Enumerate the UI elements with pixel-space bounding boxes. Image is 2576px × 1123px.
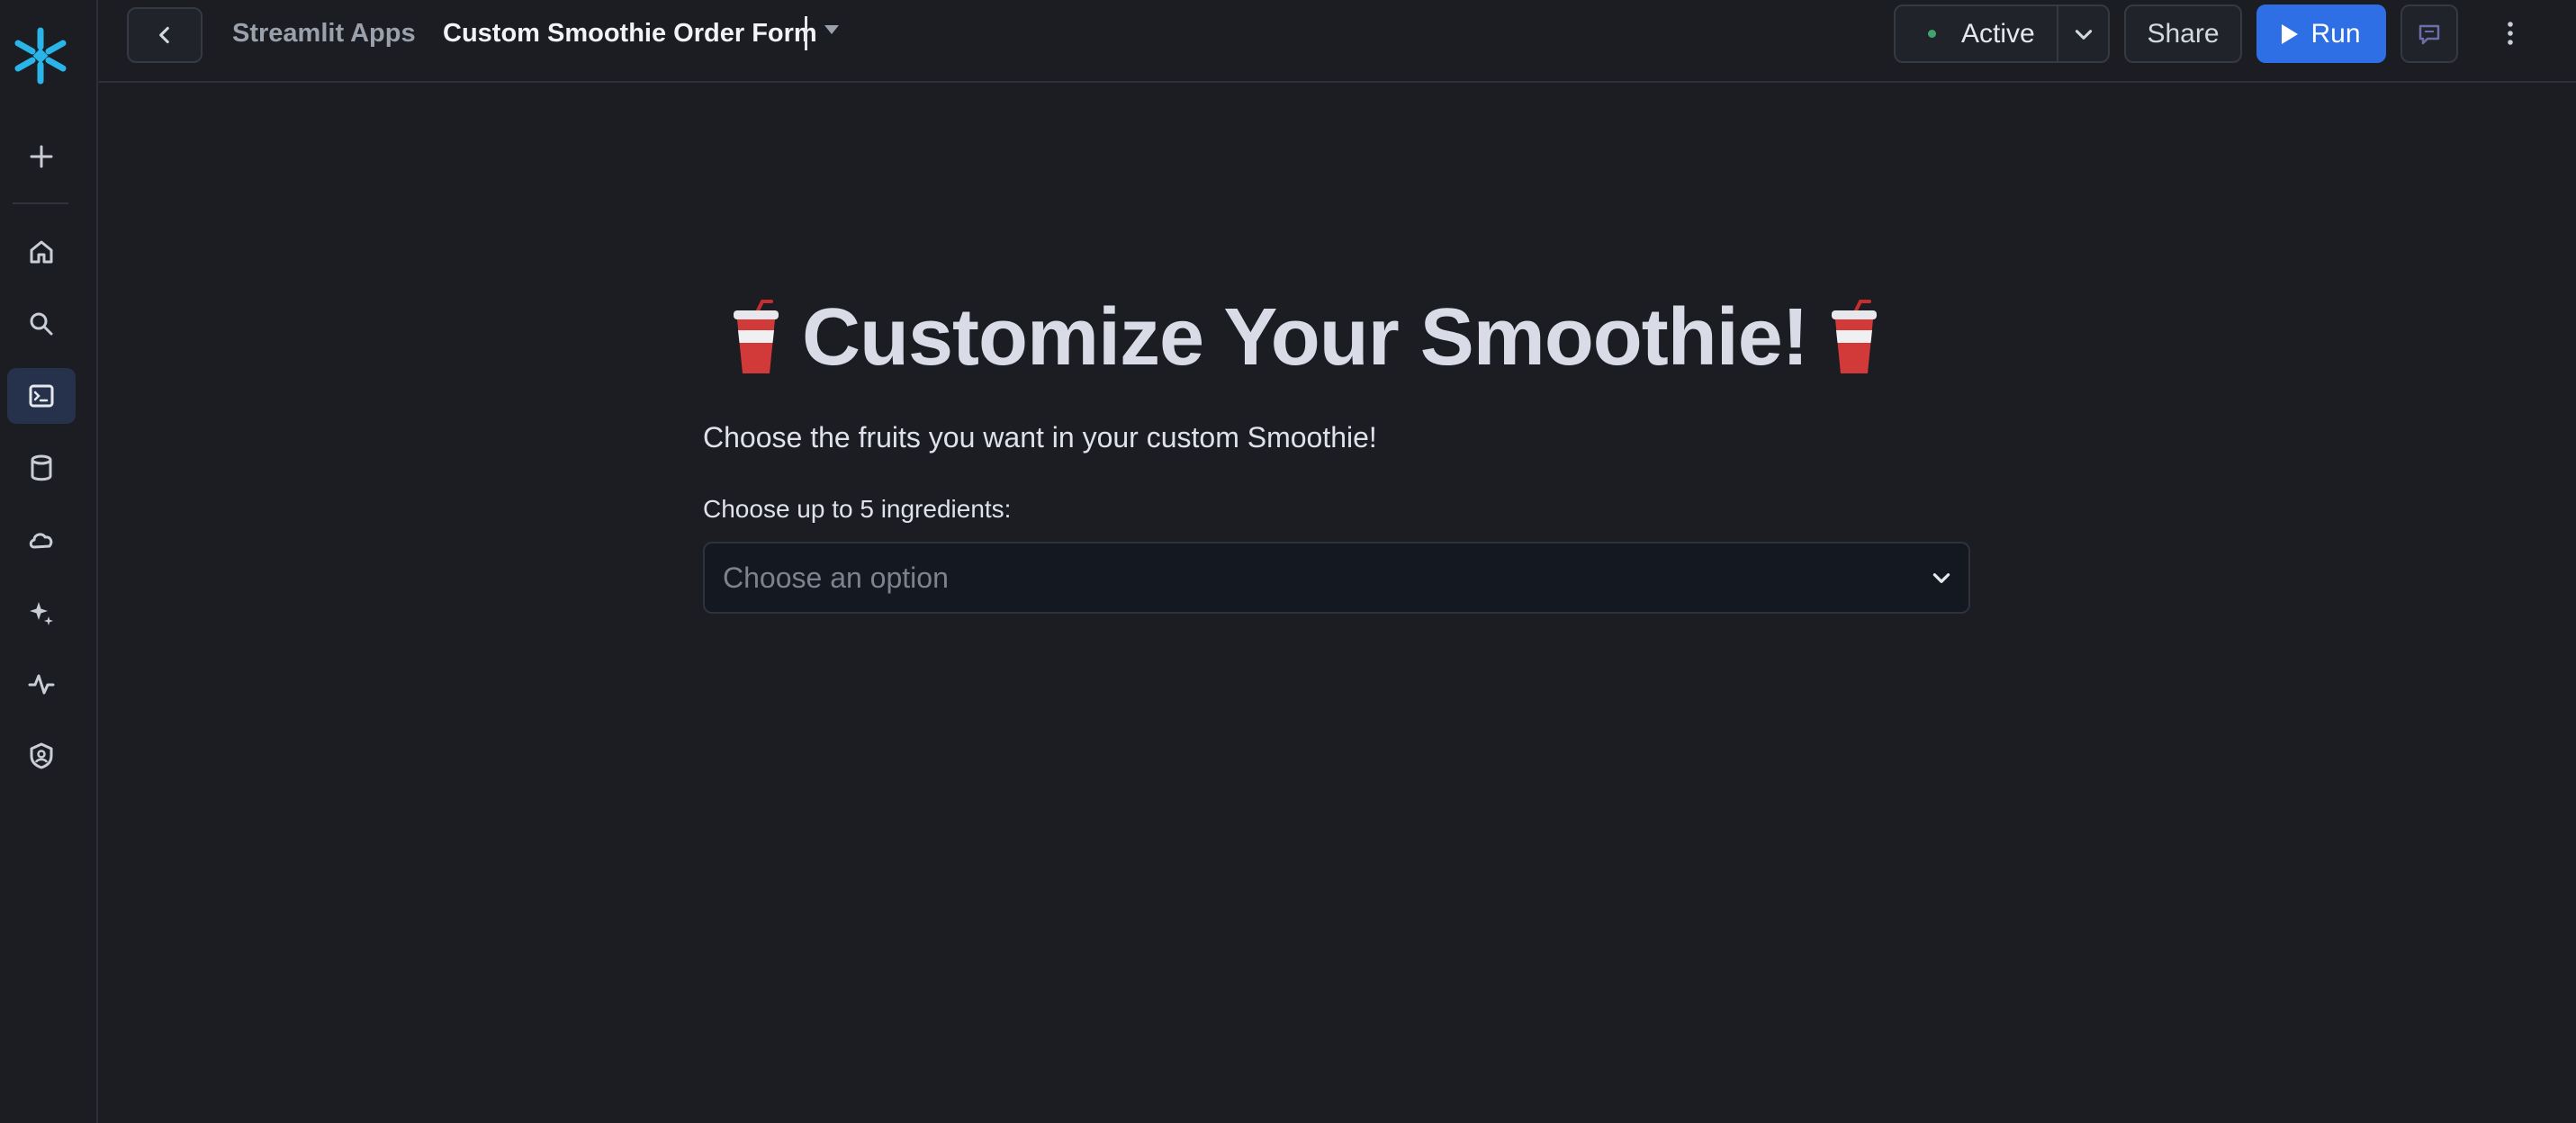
page-subtitle: Choose the fruits you want in your custo… xyxy=(703,421,1377,454)
chevron-left-icon xyxy=(159,26,169,44)
cup-with-straw-icon xyxy=(734,299,779,373)
share-button[interactable]: Share xyxy=(2124,4,2242,63)
status-label: Active xyxy=(1961,18,2035,49)
page-title: Customize Your Smoothie! xyxy=(710,292,1900,384)
breadcrumb-streamlit-apps[interactable]: Streamlit Apps xyxy=(232,18,416,49)
nav-data[interactable] xyxy=(7,440,76,496)
activity-icon xyxy=(28,674,55,695)
ingredients-multiselect[interactable]: Choose an option xyxy=(703,542,1970,614)
more-options-button[interactable] xyxy=(2488,11,2533,56)
comment-icon xyxy=(2418,24,2440,44)
home-icon xyxy=(30,240,53,264)
run-button[interactable]: Run xyxy=(2256,4,2386,63)
sparkle-icon xyxy=(30,602,53,625)
title-dropdown-caret-icon[interactable] xyxy=(824,25,839,34)
text-cursor xyxy=(805,16,807,50)
status-button[interactable]: Active xyxy=(1896,6,2058,61)
snowflake-logo-icon[interactable] xyxy=(10,25,71,86)
rail-divider xyxy=(13,202,68,204)
ingredients-label: Choose up to 5 ingredients: xyxy=(703,495,1012,523)
create-button[interactable] xyxy=(7,129,76,184)
chevron-down-icon[interactable] xyxy=(1914,566,1968,589)
plus-icon xyxy=(30,145,53,168)
top-bar: Streamlit Apps Custom Smoothie Order For… xyxy=(98,0,2576,83)
warehouse-status-group: Active xyxy=(1894,4,2110,63)
app-preview: Customize Your Smoothie! Choose the frui… xyxy=(98,83,2576,1123)
search-icon xyxy=(30,312,53,336)
nav-ai-ml[interactable] xyxy=(7,584,76,640)
play-icon xyxy=(2282,23,2299,44)
back-button[interactable] xyxy=(127,7,203,63)
page-title-text: Customize Your Smoothie! xyxy=(802,292,1809,382)
cloud-icon xyxy=(29,533,53,549)
shield-user-icon xyxy=(30,742,53,769)
left-nav-rail xyxy=(0,0,98,1123)
terminal-icon xyxy=(29,384,54,408)
cup-with-straw-icon xyxy=(1831,299,1877,373)
nav-monitoring[interactable] xyxy=(7,656,76,712)
nav-data-products[interactable] xyxy=(7,512,76,568)
nav-search[interactable] xyxy=(7,296,76,352)
status-dropdown-button[interactable] xyxy=(2058,6,2108,61)
nav-home[interactable] xyxy=(7,224,76,280)
nav-projects[interactable] xyxy=(7,368,76,424)
app-window: Streamlit Apps Custom Smoothie Order For… xyxy=(0,0,2576,1123)
database-icon xyxy=(31,454,52,481)
app-title-input[interactable]: Custom Smoothie Order Form xyxy=(443,18,817,49)
status-dot-icon xyxy=(1928,30,1936,38)
nav-admin[interactable] xyxy=(7,728,76,784)
chevron-down-icon xyxy=(2075,29,2092,40)
multiselect-placeholder: Choose an option xyxy=(723,561,949,594)
comment-button[interactable] xyxy=(2400,4,2458,63)
more-vertical-icon xyxy=(2508,22,2513,45)
run-label: Run xyxy=(2310,18,2361,49)
